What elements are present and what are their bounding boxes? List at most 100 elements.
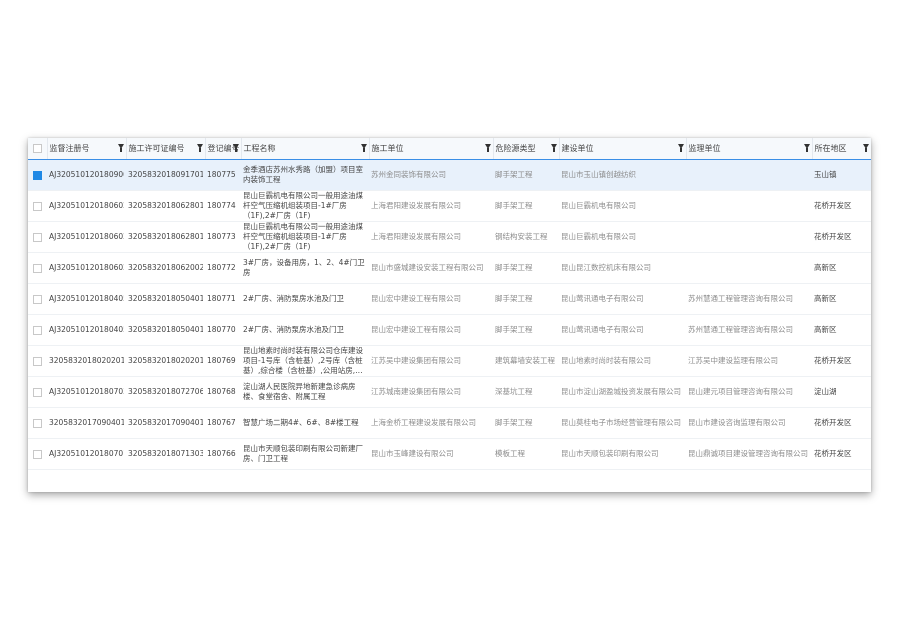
column-header[interactable]: 施工许可证编号	[126, 138, 206, 160]
area-cell: 花桥开发区	[812, 438, 871, 470]
select-all-checkbox-header[interactable]	[28, 138, 48, 160]
hazard-type-cell: 模板工程	[493, 438, 559, 470]
row-checkbox-cell[interactable]	[28, 159, 47, 191]
permit-number-cell-text: 320583201806280101	[128, 232, 203, 241]
supervisor-cell	[686, 252, 812, 284]
permit-number-cell-text: 320583201802020101	[128, 356, 203, 365]
area-cell: 高新区	[812, 314, 871, 346]
filter-icon[interactable]	[677, 144, 684, 152]
supervisor-cell-text: 苏州慧通工程管理咨询有限公司	[688, 325, 793, 334]
owner-cell-text: 昆山市天顺包装印刷有限公司	[561, 449, 659, 458]
area-cell: 花桥开发区	[812, 407, 871, 439]
hazard-type-cell-text: 脚手架工程	[495, 201, 533, 210]
column-header[interactable]: 工程名称	[241, 138, 370, 160]
row-checkbox[interactable]	[33, 449, 42, 459]
row-checkbox-cell[interactable]	[28, 190, 47, 222]
owner-cell-text: 昆山莺讯通电子有限公司	[561, 294, 644, 303]
filter-icon[interactable]	[360, 144, 367, 152]
filter-icon[interactable]	[196, 144, 203, 152]
area-cell: 淀山湖	[812, 376, 871, 408]
column-header[interactable]: 所在地区	[812, 138, 871, 160]
permit-number-cell: 320583201806200201	[126, 252, 205, 284]
registration-number-cell-text: AJ3205101201807015	[49, 449, 124, 458]
area-cell-text: 高新区	[814, 325, 837, 334]
owner-cell-text: 昆山地素时尚时装有限公司	[561, 356, 651, 365]
area-cell-text: 花桥开发区	[814, 232, 852, 241]
row-checkbox-cell[interactable]	[28, 438, 47, 470]
project-name-cell: 智慧广场二期4#、6#、8#楼工程	[241, 407, 369, 439]
record-number-cell-text: 180769	[207, 356, 236, 365]
registration-number-cell: AJ3205101201807015	[47, 438, 126, 470]
record-number-cell: 180769	[205, 345, 241, 377]
record-number-cell-text: 180775	[207, 170, 236, 179]
column-header[interactable]: 登记编号	[205, 138, 242, 160]
table-row[interactable]: AJ3205101201807015 320583201807130301 1807…	[28, 438, 871, 470]
filter-icon[interactable]	[803, 144, 810, 152]
table-row[interactable]: AJ3205101201806020 320583201806200201 1807…	[28, 252, 871, 284]
contractor-cell: 昆山市盛城建设安装工程有限公司	[369, 252, 493, 284]
project-table: 监督注册号 施工许可证编号 登记编号 工程名称 施工单位 危险源类型 建设单位 监理单位 所在地…	[28, 138, 871, 470]
table-body: AJ3205101201809006 320583201809170103 1807…	[28, 159, 871, 470]
filter-icon[interactable]	[550, 144, 557, 152]
permit-number-cell-text: 320583201806280101	[128, 201, 203, 210]
table-row[interactable]: 320583201802020101 320583201802020101 1807…	[28, 345, 871, 377]
table-row[interactable]: AJ3205101201806023 320583201806280101 1807…	[28, 221, 871, 253]
hazard-type-cell: 钢结构安装工程	[493, 221, 559, 253]
row-checkbox[interactable]	[33, 170, 42, 180]
row-checkbox-cell[interactable]	[28, 407, 47, 439]
row-checkbox-cell[interactable]	[28, 252, 47, 284]
area-cell-text: 花桥开发区	[814, 449, 852, 458]
column-header[interactable]: 监督注册号	[47, 138, 127, 160]
row-checkbox-cell[interactable]	[28, 314, 47, 346]
hazard-type-cell-text: 深基坑工程	[495, 387, 533, 396]
header-row: 监督注册号 施工许可证编号 登记编号 工程名称 施工单位 危险源类型 建设单位 监理单位 所在地…	[28, 138, 871, 160]
column-header-label: 监督注册号	[49, 144, 90, 153]
permit-number-cell-text: 320583201805040101	[128, 294, 203, 303]
table-row[interactable]: AJ3205101201809006 320583201809170103 1807…	[28, 159, 871, 191]
permit-number-cell: 320583201807130301	[126, 438, 205, 470]
row-checkbox[interactable]	[33, 418, 42, 428]
row-checkbox[interactable]	[33, 232, 42, 242]
row-checkbox[interactable]	[33, 356, 42, 366]
column-header[interactable]: 危险源类型	[493, 138, 560, 160]
row-checkbox[interactable]	[33, 294, 42, 304]
table-row[interactable]: 320583201709040101 320583201709040101 1807…	[28, 407, 871, 439]
project-name-cell-text: 昆山巨霸机电有限公司一般用途油煤杆空气压缩机组装项目-1#厂房（1F),2#厂房…	[243, 222, 363, 251]
registration-number-cell-text: AJ3205101201806020	[49, 263, 124, 272]
registration-number-cell: AJ3205101201806023	[47, 221, 126, 253]
supervisor-cell: 昆山建元项目管理咨询有限公司	[686, 376, 812, 408]
row-checkbox[interactable]	[33, 263, 42, 273]
registration-number-cell-text: AJ3205101201806023	[49, 232, 124, 241]
row-checkbox-cell[interactable]	[28, 345, 47, 377]
owner-cell-text: 昆山莺讯通电子有限公司	[561, 325, 644, 334]
hazard-type-cell-text: 模板工程	[495, 449, 525, 458]
column-header[interactable]: 监理单位	[686, 138, 813, 160]
select-all-checkbox[interactable]	[33, 144, 42, 153]
table-row[interactable]: AJ3205101201804053 320583201805040101 1807…	[28, 283, 871, 315]
row-checkbox[interactable]	[33, 325, 42, 335]
row-checkbox-cell[interactable]	[28, 376, 47, 408]
column-header[interactable]: 施工单位	[369, 138, 494, 160]
row-checkbox[interactable]	[33, 387, 42, 397]
column-header[interactable]: 建设单位	[559, 138, 687, 160]
record-number-cell: 180768	[205, 376, 241, 408]
project-name-cell-text: 金季酒店苏州水秀路（加盟）项目室内装饰工程	[243, 165, 363, 184]
registration-number-cell-text: AJ3205101201804053	[49, 325, 124, 334]
row-checkbox[interactable]	[33, 201, 42, 211]
row-checkbox-cell[interactable]	[28, 221, 47, 253]
filter-icon[interactable]	[117, 144, 124, 152]
filter-icon[interactable]	[862, 144, 869, 152]
owner-cell-text: 昆山市淀山湖盈城投资发展有限公司	[561, 387, 681, 396]
contractor-cell: 江苏城南建设集团有限公司	[369, 376, 493, 408]
table-row[interactable]: AJ3205101201804053 320583201805040101 1807…	[28, 314, 871, 346]
area-cell: 高新区	[812, 252, 871, 284]
filter-icon[interactable]	[484, 144, 491, 152]
table-row[interactable]: AJ3205101201807030 320583201807270601 1807…	[28, 376, 871, 408]
hazard-type-cell-text: 脚手架工程	[495, 263, 533, 272]
row-checkbox-cell[interactable]	[28, 283, 47, 315]
record-number-cell-text: 180772	[207, 263, 236, 272]
filter-icon[interactable]	[232, 144, 239, 152]
project-name-cell: 昆山巨霸机电有限公司一般用途油煤杆空气压缩机组装项目-1#厂房（1F),2#厂房…	[241, 190, 369, 222]
table-row[interactable]: AJ3205101201806023 320583201806280101 1807…	[28, 190, 871, 222]
contractor-cell: 江苏吴中建设集团有限公司	[369, 345, 493, 377]
